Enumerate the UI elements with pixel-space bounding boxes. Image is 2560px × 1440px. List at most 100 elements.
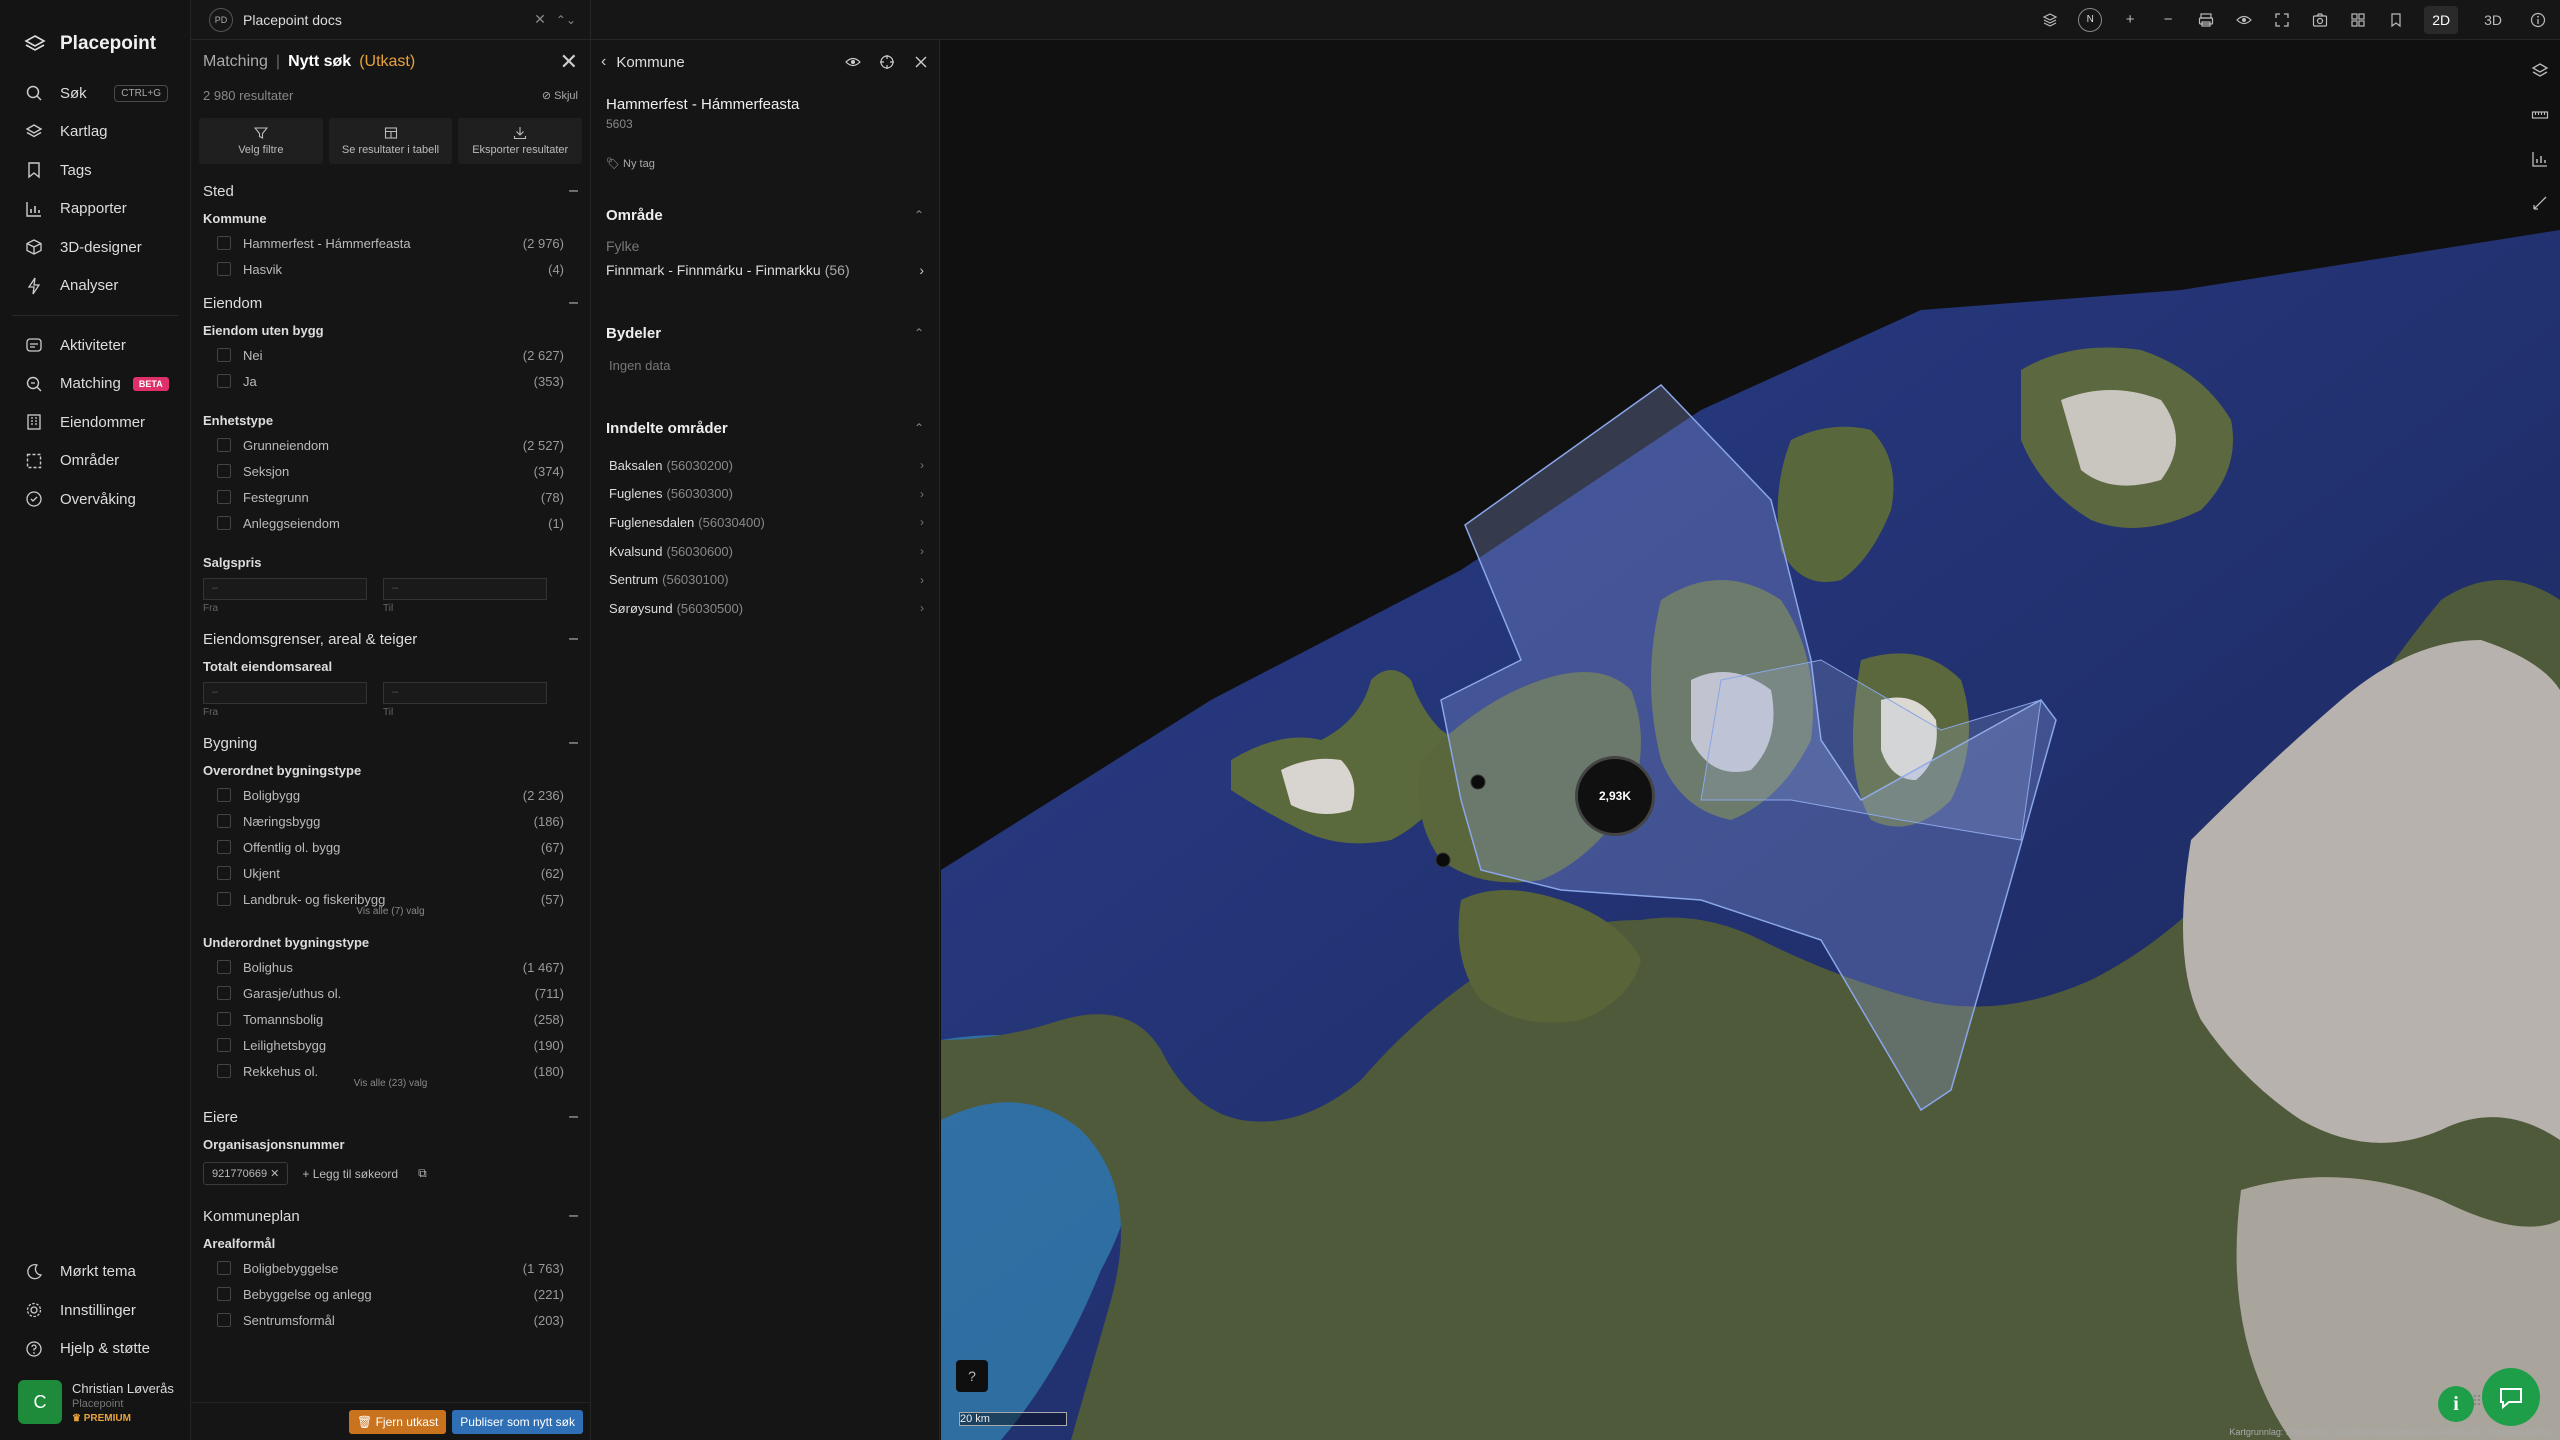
nav-item-aktiviteter[interactable]: Aktiviteter	[0, 326, 190, 365]
nav-item-eiendommer[interactable]: Eiendommer	[0, 403, 190, 442]
checkbox[interactable]	[217, 1313, 231, 1327]
filter-option[interactable]: Bebyggelse og anlegg (221)	[191, 1281, 590, 1307]
back-icon[interactable]: ‹	[601, 53, 606, 71]
eye-icon[interactable]	[845, 54, 861, 70]
map-marker[interactable]	[1435, 852, 1451, 868]
filter-option[interactable]: Hammerfest - Hámmerfeasta (2 976)	[191, 230, 590, 256]
section-sted[interactable]: Sted –	[191, 176, 590, 206]
section-bydeler[interactable]: Bydeler ⌃	[591, 318, 939, 348]
ruler-icon[interactable]	[2531, 106, 2549, 124]
filter-option[interactable]: Hasvik (4)	[191, 256, 590, 282]
grid-icon[interactable]	[2348, 10, 2368, 30]
table-view-button[interactable]: Se resultater i tabell	[328, 118, 453, 164]
cluster-marker[interactable]: 2,93K	[1575, 756, 1655, 836]
target-icon[interactable]	[879, 54, 895, 70]
checkbox[interactable]	[217, 348, 231, 362]
document-selector[interactable]: PD Placepoint docs ✕ ⌃⌄	[191, 0, 591, 40]
section-bygning[interactable]: Bygning –	[191, 728, 590, 758]
collapse-icon[interactable]: –	[569, 294, 578, 312]
checkbox[interactable]	[217, 788, 231, 802]
filter-option[interactable]: Ja (353)	[191, 368, 590, 394]
area-from-input[interactable]: –	[203, 682, 367, 704]
mode-2d-button[interactable]: 2D	[2424, 5, 2459, 34]
collapse-icon[interactable]: –	[569, 630, 578, 648]
checkbox[interactable]	[217, 490, 231, 504]
show-all-link[interactable]: Vis alle (23) valg	[191, 1078, 590, 1092]
chevron-up-icon[interactable]: ⌃	[914, 208, 924, 222]
checkbox[interactable]	[217, 374, 231, 388]
section-eiendom[interactable]: Eiendom –	[191, 288, 590, 318]
collapse-icon[interactable]: –	[569, 1207, 578, 1225]
filter-option[interactable]: Bolighus (1 467)	[191, 954, 590, 980]
select-filters-button[interactable]: Velg filtre	[199, 118, 323, 164]
layers-toggle-icon[interactable]	[2040, 10, 2060, 30]
checkbox[interactable]	[217, 1038, 231, 1052]
nav-item-overvaking[interactable]: Overvåking	[0, 480, 190, 519]
filter-option[interactable]: Leilighetsbygg (190)	[191, 1032, 590, 1058]
nav-item-tags[interactable]: Tags	[0, 151, 190, 190]
checkbox[interactable]	[217, 986, 231, 1000]
price-to-input[interactable]: –	[383, 578, 547, 600]
area-item[interactable]: Fuglenes (56030300) ›	[591, 480, 939, 509]
print-icon[interactable]	[2196, 10, 2216, 30]
nav-item-kartlag[interactable]: Kartlag	[0, 113, 190, 152]
hide-button[interactable]: ⊘ Skjul	[542, 89, 578, 102]
checkbox[interactable]	[217, 892, 231, 906]
satellite-map[interactable]	[941, 40, 2560, 1440]
bookmark-icon[interactable]	[2386, 10, 2406, 30]
area-item[interactable]: Baksalen (56030200) ›	[591, 451, 939, 480]
export-button[interactable]: Eksporter resultater	[458, 118, 583, 164]
checkbox[interactable]	[217, 438, 231, 452]
nav-item-omrader[interactable]: Områder	[0, 442, 190, 481]
nav-item-settings[interactable]: Innstillinger	[0, 1291, 191, 1330]
filter-option[interactable]: Nei (2 627)	[191, 342, 590, 368]
map-view[interactable]: 2,93K ? 20 km ⠿ i Kartgrunnlag: Kartverk…	[941, 40, 2560, 1440]
section-omrade[interactable]: Område ⌃	[591, 200, 939, 230]
checkbox[interactable]	[217, 840, 231, 854]
mode-3d-button[interactable]: 3D	[2476, 6, 2510, 34]
info-icon[interactable]	[2528, 10, 2548, 30]
nav-item-rapporter[interactable]: Rapporter	[0, 190, 190, 229]
checkbox[interactable]	[217, 464, 231, 478]
filter-option[interactable]: Festegrunn (78)	[191, 484, 590, 510]
filter-option[interactable]: Seksjon (374)	[191, 458, 590, 484]
filter-option[interactable]: Boligbygg (2 236)	[191, 782, 590, 808]
collapse-icon[interactable]: –	[569, 182, 578, 200]
zoom-in-icon[interactable]: +	[2120, 10, 2140, 30]
checkbox[interactable]	[217, 866, 231, 880]
checkbox[interactable]	[217, 1261, 231, 1275]
filter-option[interactable]: Grunneiendom (2 527)	[191, 432, 590, 458]
checkbox[interactable]	[217, 1287, 231, 1301]
checkbox[interactable]	[217, 814, 231, 828]
collapse-icon[interactable]: –	[569, 734, 578, 752]
remove-draft-button[interactable]: 🗑 Fjern utkast	[349, 1409, 447, 1434]
chevron-up-icon[interactable]: ⌃	[914, 326, 924, 340]
chevron-up-icon[interactable]: ⌃	[914, 421, 924, 435]
area-to-input[interactable]: –	[383, 682, 547, 704]
filter-option[interactable]: Garasje/uthus ol. (711)	[191, 980, 590, 1006]
checkbox[interactable]	[217, 1012, 231, 1026]
price-from-input[interactable]: –	[203, 578, 367, 600]
checkbox[interactable]	[217, 1064, 231, 1078]
clear-icon[interactable]: ✕	[534, 11, 546, 28]
camera-icon[interactable]	[2310, 10, 2330, 30]
nav-item-matching[interactable]: Matching BETA	[0, 365, 190, 404]
breadcrumb-matching[interactable]: Matching	[203, 53, 268, 71]
area-item[interactable]: Fuglenesdalen (56030400) ›	[591, 508, 939, 537]
chart-icon[interactable]	[2531, 150, 2549, 168]
eye-icon[interactable]	[2234, 10, 2254, 30]
nav-item-3d-designer[interactable]: 3D-designer	[0, 228, 190, 267]
filter-option[interactable]: Anleggseiendom (1)	[191, 510, 590, 536]
filter-option[interactable]: Næringsbygg (186)	[191, 808, 590, 834]
nav-item-sok[interactable]: Søk CTRL+G	[0, 74, 190, 113]
show-all-link[interactable]: Vis alle (7) valg	[191, 906, 590, 920]
collapse-icon[interactable]: –	[569, 1108, 578, 1126]
measure-icon[interactable]	[2531, 194, 2549, 212]
chat-button[interactable]	[2482, 1368, 2540, 1426]
chevron-updown-icon[interactable]: ⌃⌄	[556, 13, 576, 27]
close-icon[interactable]	[913, 54, 929, 70]
new-tag-button[interactable]: 🏷 Ny tag	[591, 131, 939, 170]
info-button[interactable]: i	[2438, 1386, 2474, 1422]
fylke-row[interactable]: Finnmark - Finnmárku - Finmarkku (56) ›	[591, 254, 939, 278]
user-profile[interactable]: C Christian Løverås Placepoint ♛ PREMIUM	[0, 1368, 191, 1440]
